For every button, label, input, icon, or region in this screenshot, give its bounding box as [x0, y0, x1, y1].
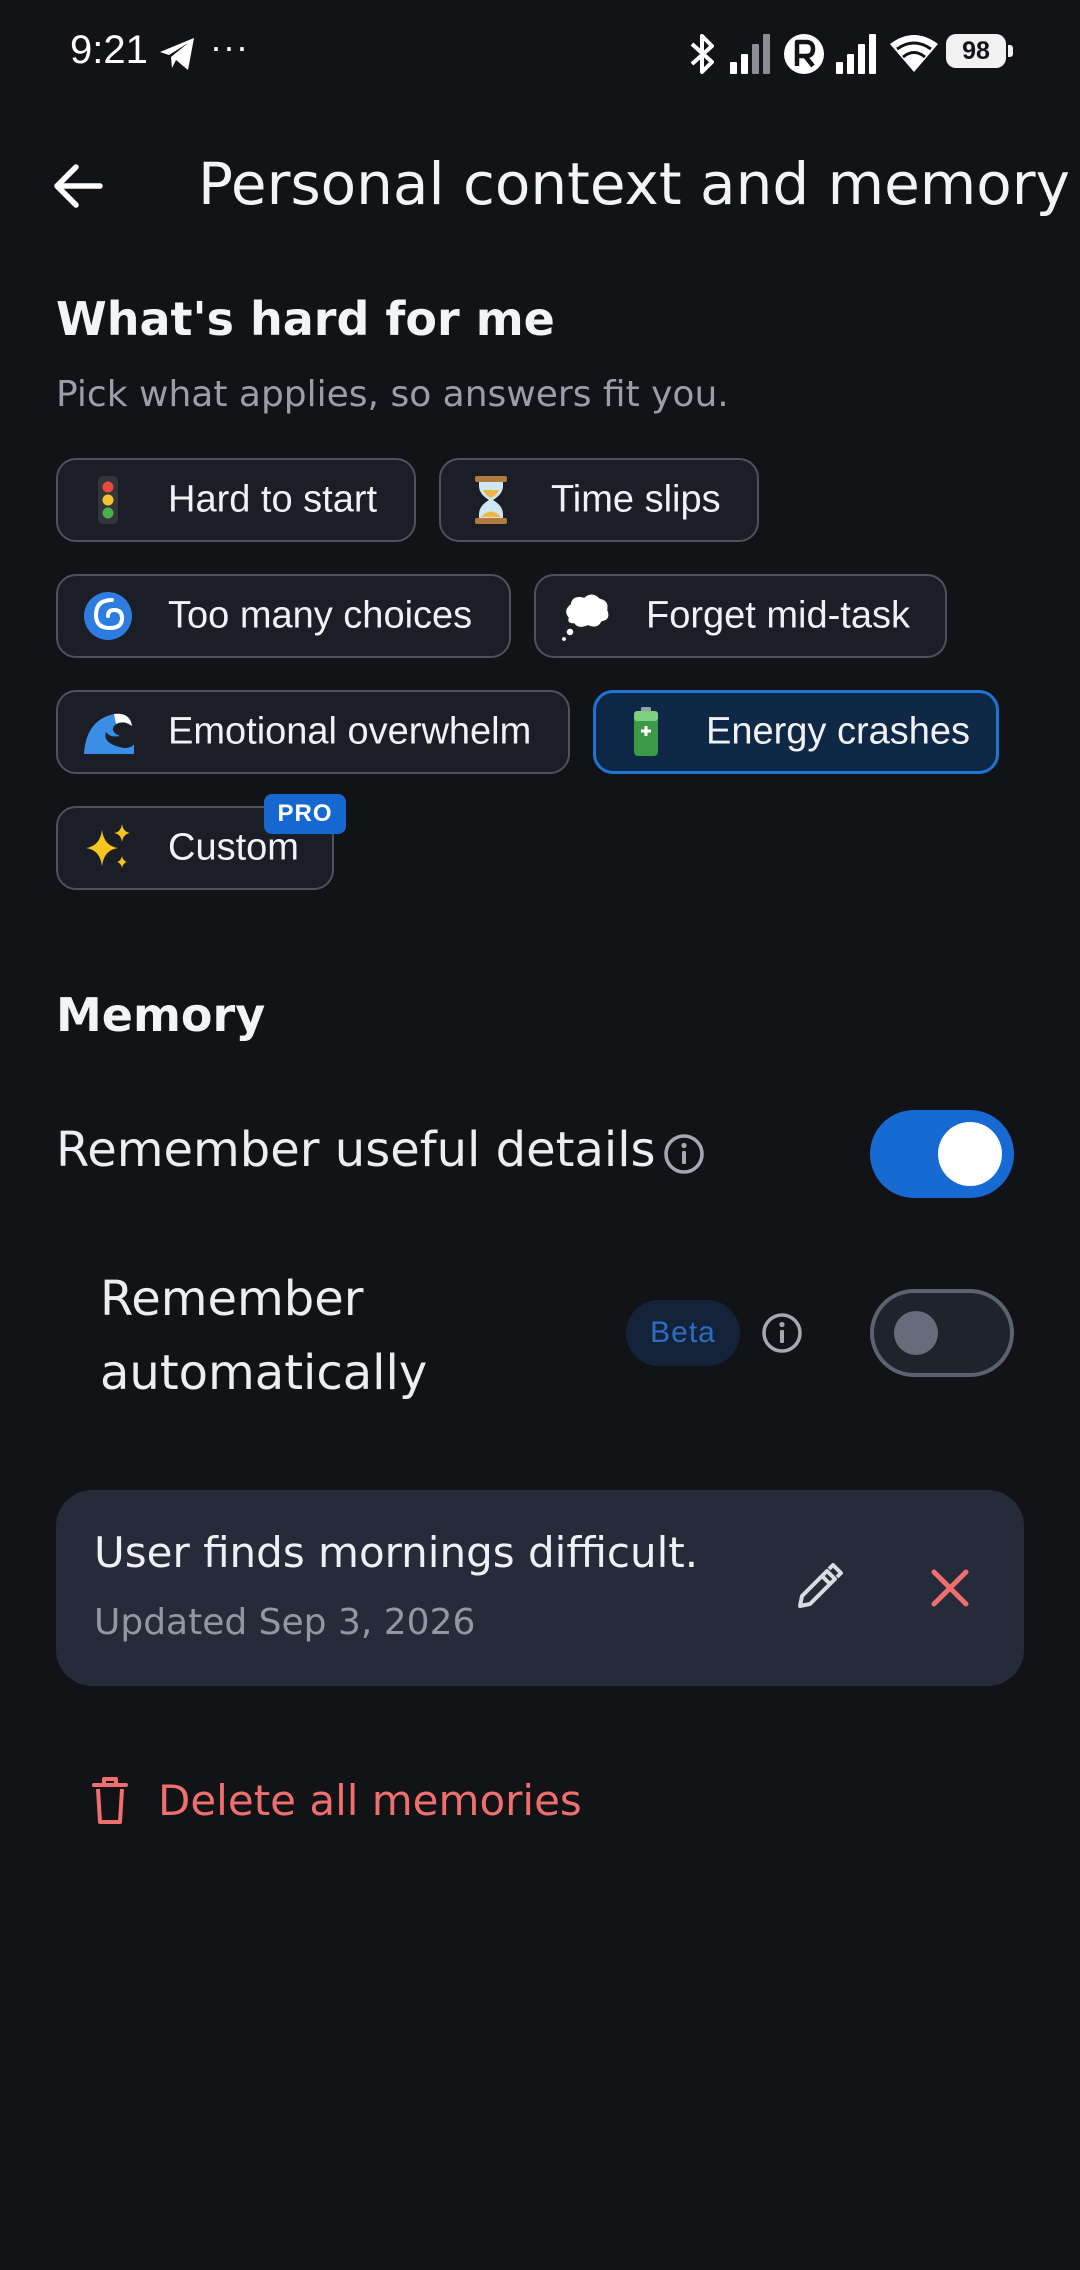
hourglass-icon [463, 472, 519, 528]
roaming-r-icon [784, 34, 824, 74]
signal-icon [836, 34, 876, 74]
wifi-icon [890, 35, 938, 72]
chip-time-slips[interactable]: Time slips [439, 458, 759, 542]
back-button[interactable] [46, 154, 110, 218]
edit-memory-button[interactable] [786, 1556, 850, 1620]
telegram-icon [160, 38, 194, 70]
delete-memory-button[interactable] [918, 1556, 982, 1620]
wave-icon [80, 704, 136, 760]
arrow-left-icon [54, 164, 103, 208]
memory-updated: Updated Sep 3, 2026 [94, 1602, 476, 1643]
status-time: 9:21 [70, 28, 148, 72]
battery-icon: 98 [946, 34, 1013, 68]
remember-details-toggle[interactable] [870, 1110, 1014, 1198]
info-icon[interactable] [760, 1311, 804, 1355]
status-bar: 9:21 ··· 98 [0, 0, 1080, 110]
chip-label: Hard to start [168, 478, 378, 521]
pro-badge: PRO [264, 794, 346, 834]
memory-text: User finds mornings difficult. [94, 1528, 699, 1577]
chip-forget-mid-task[interactable]: Forget mid-task [534, 574, 947, 658]
chip-label: Time slips [551, 478, 721, 521]
section-subtitle: Pick what applies, so answers fit you. [56, 374, 729, 415]
chip-hard-to-start[interactable]: Hard to start [56, 458, 416, 542]
status-overflow-icon: ··· [210, 26, 249, 67]
toggle-knob [894, 1311, 938, 1355]
toggle-knob [938, 1122, 1002, 1186]
battery-icon [618, 704, 674, 760]
thought-bubble-icon [558, 588, 614, 644]
trash-icon [92, 1777, 128, 1824]
chip-too-many-choices[interactable]: Too many choices [56, 574, 511, 658]
chip-custom[interactable]: Custom PRO [56, 794, 346, 890]
signal-icon [730, 34, 770, 74]
memory-item: User finds mornings difficult. Updated S… [56, 1490, 1024, 1686]
cyclone-icon [80, 588, 136, 644]
chip-label: Emotional overwhelm [168, 710, 532, 753]
section-title-memory: Memory [56, 988, 266, 1042]
delete-all-label: Delete all memories [158, 1775, 582, 1825]
info-icon[interactable] [662, 1132, 706, 1176]
close-icon [931, 1569, 969, 1607]
pencil-icon [798, 1563, 843, 1608]
chip-energy-crashes[interactable]: Energy crashes [593, 690, 999, 774]
chip-label: Energy crashes [706, 710, 971, 753]
section-title-hard: What's hard for me [56, 292, 555, 346]
remember-details-label: Remember useful details [56, 1122, 656, 1178]
remember-auto-toggle[interactable] [870, 1289, 1014, 1377]
chip-label: Too many choices [168, 594, 473, 637]
delete-all-memories-button[interactable]: Delete all memories [86, 1768, 582, 1832]
beta-badge: Beta [626, 1300, 740, 1366]
page-title: Personal context and memory [198, 150, 1070, 218]
chip-emotional-overwhelm[interactable]: Emotional overwhelm [56, 690, 570, 774]
bluetooth-icon [690, 34, 714, 74]
remember-auto-label: Remember automatically [100, 1271, 428, 1401]
sparkles-icon [80, 820, 136, 876]
chip-label: Forget mid-task [646, 594, 910, 637]
traffic-light-icon [80, 472, 136, 528]
